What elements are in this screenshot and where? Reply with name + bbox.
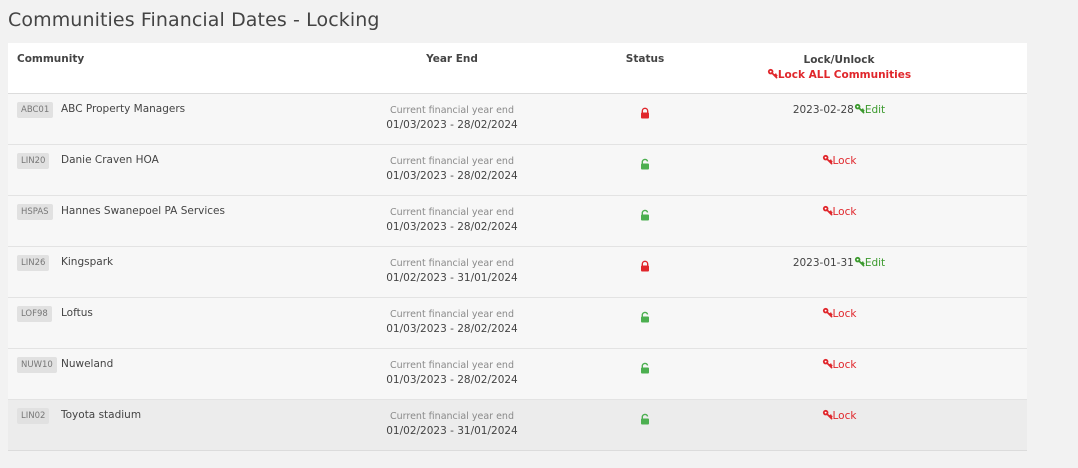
edit-label: Edit [864,104,886,116]
locked-padlock-icon [639,257,651,272]
table-row: LIN26 Kingspark Current financial year end… [8,247,1027,298]
year-end-label: Current financial year end [389,258,514,269]
key-icon [822,154,833,168]
unlocked-padlock-icon [639,155,651,170]
table-body: ABC01 ABC Property Managers Current financ… [8,94,1027,451]
community-code-badge: HSPAS [17,204,53,220]
lock-unlock-cell: Lock [689,358,989,372]
year-end-range: 01/02/2023 - 31/01/2024 [386,425,518,437]
year-end-cell: Current financial year end 01/03/2023 - 2… [302,359,602,388]
year-end-cell: Current financial year end 01/03/2023 - 2… [302,155,602,184]
community-code-badge: ABC01 [17,102,54,118]
key-icon [822,205,833,219]
edit-link[interactable]: Edit [854,256,886,270]
table-row: NUW10 Nuweland Current financial year end 0… [8,349,1027,400]
col-header-lock-unlock: Lock/Unlock Lock ALL Communities [689,53,989,84]
key-icon [822,358,833,372]
community-code-badge: LIN20 [17,153,50,169]
unlocked-padlock-icon [639,308,651,323]
table-row: ABC01 ABC Property Managers Current financ… [8,94,1027,145]
year-end-cell: Current financial year end 01/03/2023 - 2… [302,308,602,337]
year-end-cell: Current financial year end 01/03/2023 - 2… [302,206,602,235]
year-end-range: 01/03/2023 - 28/02/2024 [386,221,518,233]
communities-table: Community Year End Status Lock/Unlock Lo… [8,43,1027,451]
year-end-label: Current financial year end [389,309,514,320]
unlocked-padlock-icon [639,410,651,425]
lock-label: Lock [832,359,857,371]
unlocked-padlock-icon [639,359,651,374]
edit-label: Edit [864,257,886,269]
table-row: HSPAS Hannes Swanepoel PA Services Current… [8,196,1027,247]
year-end-range: 01/03/2023 - 28/02/2024 [386,323,518,335]
lock-unlock-cell: Lock [689,409,989,423]
lock-label: Lock [832,206,857,218]
lock-link[interactable]: Lock [822,409,857,423]
community-name: ABC Property Managers [61,103,186,115]
year-end-label: Current financial year end [389,207,514,218]
community-code-badge: LIN26 [17,255,50,271]
locked-padlock-icon [639,104,651,119]
key-icon [822,307,833,321]
year-end-label: Current financial year end [389,360,514,371]
community-name: Loftus [61,307,93,319]
locked-date: 2023-02-28 [792,104,854,116]
year-end-label: Current financial year end [389,156,514,167]
lock-unlock-cell: Lock [689,205,989,219]
lock-link[interactable]: Lock [822,154,857,168]
edit-link[interactable]: Edit [854,103,886,117]
key-icon [854,103,865,117]
unlocked-padlock-icon [639,206,651,221]
lock-all-label: Lock ALL Communities [777,69,912,81]
year-end-cell: Current financial year end 01/02/2023 - 3… [302,257,602,286]
community-name: Kingspark [61,256,114,268]
community-code-badge: LOF98 [17,306,52,322]
lock-unlock-cell: Lock [689,154,989,168]
col-header-year-end[interactable]: Year End [302,53,602,65]
lock-unlock-cell: 2023-01-31 Edit [689,256,989,270]
community-name: Nuweland [61,358,114,370]
lock-link[interactable]: Lock [822,358,857,372]
year-end-range: 01/03/2023 - 28/02/2024 [386,170,518,182]
table-row: LIN20 Danie Craven HOA Current financial y… [8,145,1027,196]
community-name: Toyota stadium [61,409,142,421]
community-name: Hannes Swanepoel PA Services [61,205,225,217]
lock-unlock-cell: Lock [689,307,989,321]
year-end-label: Current financial year end [389,105,514,116]
lock-label: Lock [832,308,857,320]
key-icon [854,256,865,270]
lock-label: Lock [832,155,857,167]
locked-date: 2023-01-31 [792,257,854,269]
key-icon [767,68,778,84]
lock-link[interactable]: Lock [822,307,857,321]
year-end-cell: Current financial year end 01/02/2023 - 3… [302,410,602,439]
lock-all-communities-link[interactable]: Lock ALL Communities [767,68,911,84]
col-header-status[interactable]: Status [595,53,695,65]
community-code-badge: LIN02 [17,408,50,424]
community-name: Danie Craven HOA [61,154,159,166]
year-end-range: 01/03/2023 - 28/02/2024 [386,374,518,386]
col-header-community[interactable]: Community [17,53,84,65]
page-title: Communities Financial Dates - Locking [8,9,380,31]
lock-unlock-label: Lock/Unlock [803,54,875,66]
year-end-range: 01/03/2023 - 28/02/2024 [386,119,518,131]
lock-unlock-cell: 2023-02-28 Edit [689,103,989,117]
key-icon [822,409,833,423]
year-end-range: 01/02/2023 - 31/01/2024 [386,272,518,284]
table-row: LOF98 Loftus Current financial year end 01/… [8,298,1027,349]
table-header: Community Year End Status Lock/Unlock Lo… [8,43,1027,94]
year-end-cell: Current financial year end 01/03/2023 - 2… [302,104,602,133]
community-code-badge: NUW10 [17,357,57,373]
lock-label: Lock [832,410,857,422]
table-row: LIN02 Toyota stadium Current financial yea… [8,400,1027,451]
lock-link[interactable]: Lock [822,205,857,219]
year-end-label: Current financial year end [389,411,514,422]
